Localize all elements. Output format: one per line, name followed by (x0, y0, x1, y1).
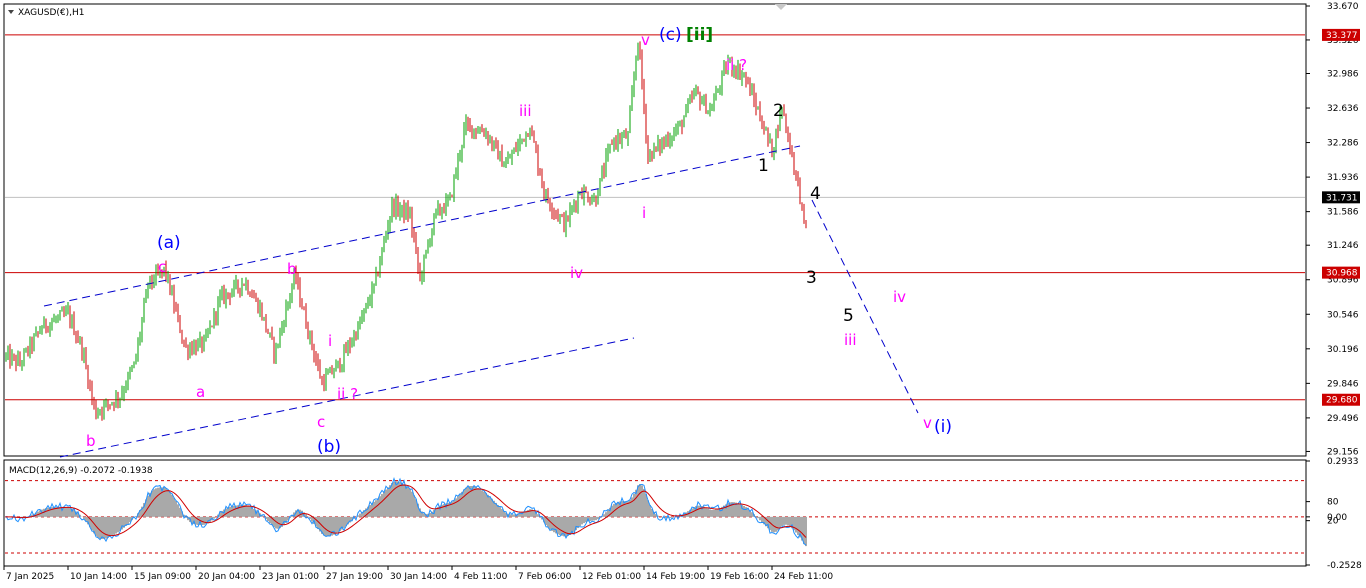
chart-canvas: XAGUSD(€),H1 MACD(12,26,9) -0.2072 -0.19… (3, 2, 1362, 582)
time-tick-label: 7 Feb 06:00 (518, 572, 572, 582)
wave-label: (c) (659, 25, 682, 45)
time-tick-label: 20 Jan 04:00 (198, 572, 255, 582)
wave-label: v (923, 414, 932, 432)
time-tick-label: 14 Feb 19:00 (646, 572, 705, 582)
price-tick-label: 30.546 (1327, 310, 1359, 320)
time-tick-label: 12 Feb 01:00 (582, 572, 641, 582)
wave-label: i (642, 204, 646, 222)
current-price-label: 31.731 (1326, 193, 1358, 203)
macd-tick-label: 20 (1327, 517, 1339, 527)
wave-label: (i) (934, 417, 952, 437)
time-tick-label: 19 Feb 16:00 (710, 572, 769, 582)
price-tick-label: 32.636 (1327, 104, 1359, 114)
price-tick-label: 29.846 (1327, 379, 1359, 389)
time-tick-label: 30 Jan 14:00 (390, 572, 447, 582)
time-tick-label: 15 Jan 09:00 (134, 572, 191, 582)
wave-label: ii ? (337, 385, 358, 403)
wave-label: 5 (843, 306, 854, 326)
wave-label: v (641, 31, 650, 49)
time-tick-label: 23 Jan 01:00 (262, 572, 319, 582)
wave-label: (a) (157, 233, 181, 253)
wave-label: 1 (758, 156, 769, 176)
time-tick-label: 4 Feb 11:00 (454, 572, 508, 582)
macd-tick-label: 0.2933 (1327, 457, 1359, 467)
price-tick-label: 31.246 (1327, 241, 1359, 251)
wave-label: (b) (317, 437, 341, 457)
price-level-label: 29.680 (1326, 396, 1358, 406)
price-tick-label: 30.196 (1327, 345, 1359, 355)
time-tick-label: 10 Jan 14:00 (70, 572, 127, 582)
wave-label: a (196, 383, 205, 401)
wave-label: iii (519, 102, 532, 120)
macd-tick-label: -0.2528 (1327, 561, 1362, 571)
price-tick-label: 32.986 (1327, 69, 1359, 79)
macd-tick-label: 80 (1327, 498, 1339, 508)
price-tick-label: 29.156 (1327, 447, 1359, 457)
wave-label: i (328, 332, 332, 350)
macd-label: MACD(12,26,9) -0.2072 -0.1938 (9, 466, 153, 476)
time-tick-label: 7 Jan 2025 (6, 572, 54, 582)
wave-label: ii ? (726, 56, 747, 74)
wave-label: iv (570, 264, 583, 282)
wave-label: 3 (806, 268, 817, 288)
wave-label: b (86, 432, 96, 450)
price-tick-label: 31.586 (1327, 208, 1359, 218)
time-tick-label: 27 Jan 19:00 (326, 572, 383, 582)
price-tick-label: 29.496 (1327, 414, 1359, 424)
wave-label: [ii] (686, 25, 713, 45)
wave-label: 4 (810, 184, 821, 204)
symbol-label: XAGUSD(€),H1 (18, 8, 84, 18)
time-tick-label: 24 Feb 11:00 (774, 572, 833, 582)
wave-label: c (317, 413, 325, 431)
wave-label: iv (893, 288, 906, 306)
price-tick-label: 33.670 (1327, 2, 1359, 12)
wave-label: iii (844, 331, 857, 349)
price-tick-label: 32.286 (1327, 139, 1359, 149)
wave-label: c (158, 258, 166, 276)
price-tick-label: 31.936 (1327, 173, 1359, 183)
price-level-label: 30.968 (1326, 269, 1358, 279)
price-level-label: 33.377 (1326, 31, 1358, 41)
wave-label: 2 (773, 101, 784, 121)
wave-label: b (287, 260, 297, 278)
